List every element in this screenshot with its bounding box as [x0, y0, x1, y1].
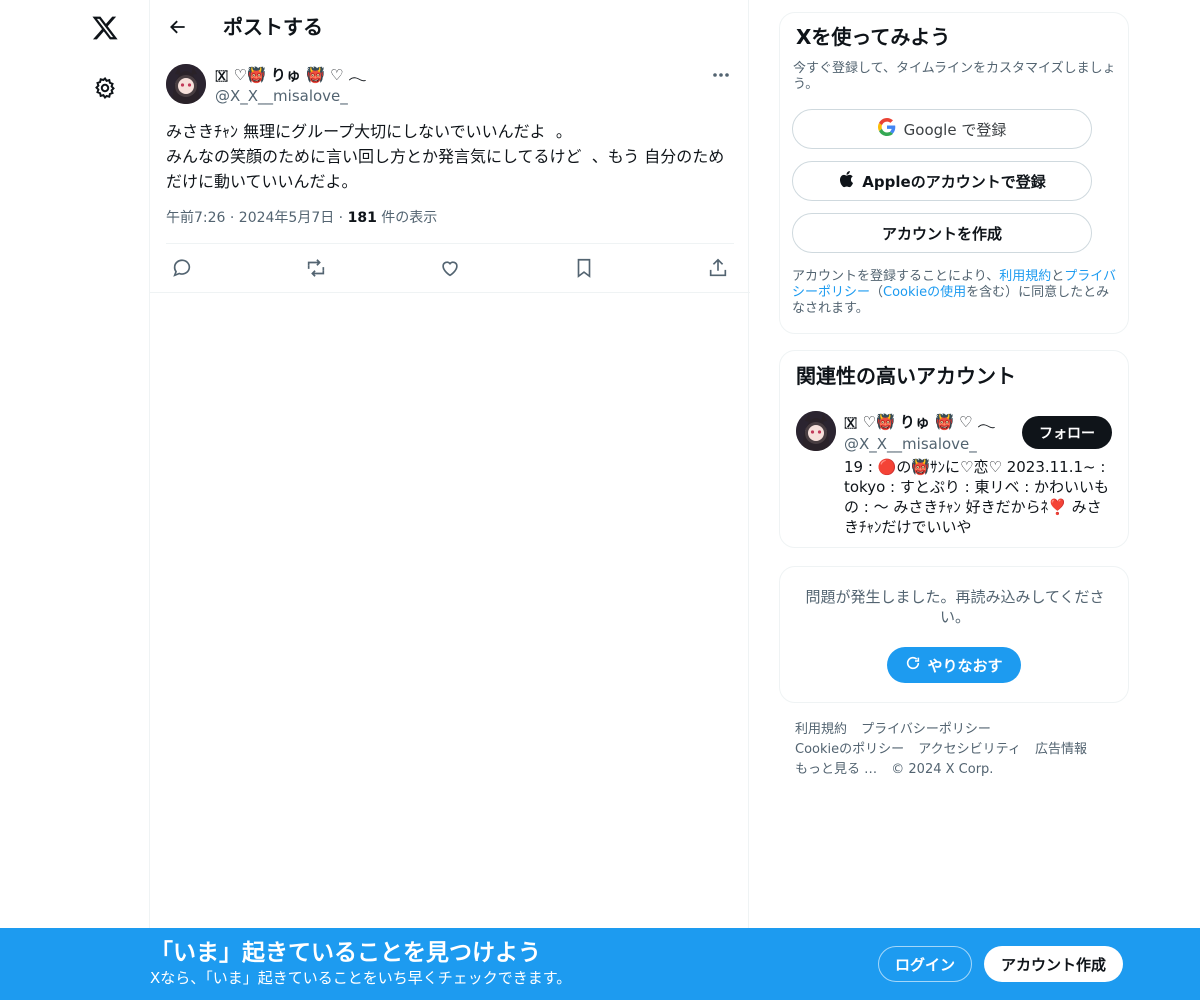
bottom-signup-bar: 「いま」起きていることを見つけよう Xなら、「いま」起きていることをいち早くチェ… — [0, 928, 1200, 1000]
repost-icon[interactable] — [304, 256, 328, 280]
footer-link-cookie[interactable]: Cookieのポリシー — [795, 742, 904, 757]
google-icon — [877, 118, 896, 140]
follow-button[interactable]: フォロー — [1022, 416, 1112, 449]
related-account-name[interactable]: 🇽 ♡👹 りゅ 👹 ♡ 𓂃 — [844, 411, 995, 433]
x-logo-icon[interactable] — [89, 12, 121, 44]
tweet-time[interactable]: 午前7:26 · 2024年5月7日 · — [166, 210, 348, 226]
login-button[interactable]: ログイン — [878, 946, 972, 982]
error-card: 問題が発生しました。再読み込みしてください。 やりなおす — [779, 566, 1129, 703]
terms-link[interactable]: 利用規約 — [999, 269, 1051, 284]
create-account-label: アカウントを作成 — [881, 224, 1002, 243]
bottom-bar-title: 「いま」起きていることを見つけよう — [150, 940, 541, 966]
top-bar: ポストする — [150, 0, 750, 53]
bookmark-icon[interactable] — [572, 256, 596, 280]
related-account-bio: 19 : 🔴の👹ｻﾝに♡恋♡ 2023.11.1~ : tokyo : すとぷり… — [844, 458, 1110, 536]
tweet-meta: 午前7:26 · 2024年5月7日 · 181 件の表示 — [166, 207, 437, 229]
related-accounts-card: 関連性の高いアカウント 🇽 ♡👹 りゅ 👹 ♡ 𓂃 @X_X__misalove… — [779, 350, 1129, 548]
signup-button[interactable]: アカウント作成 — [984, 946, 1123, 982]
retry-label: やりなおす — [927, 656, 1003, 675]
left-nav — [60, 0, 150, 1000]
signup-card: Xを使ってみよう 今すぐ登録して、タイムラインをカスタマイズしましょう。 Goo… — [779, 12, 1129, 334]
legal-prefix: アカウントを登録することにより、 — [792, 269, 1000, 284]
author-name[interactable]: 🇽 ♡👹 りゅ 👹 ♡ 𓂃 — [215, 64, 366, 86]
avatar[interactable] — [796, 411, 836, 451]
signup-title: Xを使ってみよう — [796, 25, 951, 49]
signup-subtitle: 今すぐ登録して、タイムラインをカスタマイズしましょう。 — [793, 61, 1116, 92]
apple-icon — [838, 170, 854, 192]
footer-copyright: © 2024 X Corp. — [891, 762, 994, 777]
legal-and: と — [1051, 269, 1065, 284]
more-options-icon[interactable] — [706, 64, 736, 86]
error-message: 問題が発生しました。再読み込みしてください。 — [805, 588, 1105, 626]
apple-signup-button[interactable]: Appleのアカウントで登録 — [792, 161, 1092, 201]
create-account-button[interactable]: アカウントを作成 — [792, 213, 1092, 253]
reply-icon[interactable] — [170, 256, 194, 280]
legal-paren: （ — [870, 285, 884, 300]
footer-link-ads[interactable]: 広告情報 — [1035, 742, 1087, 757]
bottom-bar-subtitle: Xなら、「いま」起きていることをいち早くチェックできます。 — [150, 969, 572, 987]
tweet-text: みさきﾁｬﾝ 無理にグループ大切にしないでいいんだよ 。 みんなの笑顔のために言… — [166, 122, 725, 191]
footer-link-more[interactable]: もっと見る … — [795, 762, 877, 777]
google-signup-label: Google で登録 — [903, 120, 1007, 139]
author-handle[interactable]: @X_X__misalove_ — [215, 85, 348, 107]
apple-signup-label: Appleのアカウントで登録 — [862, 172, 1046, 191]
gear-icon[interactable] — [91, 74, 119, 102]
divider — [150, 292, 750, 293]
view-count: 181 — [347, 210, 377, 226]
google-signup-button[interactable]: Google で登録 — [792, 109, 1092, 149]
footer-link-terms[interactable]: 利用規約 — [795, 722, 847, 737]
share-icon[interactable] — [706, 256, 730, 280]
retry-button[interactable]: やりなおす — [887, 647, 1021, 683]
footer-links: 利用規約 プライバシーポリシー Cookieのポリシー アクセシビリティ 広告情… — [795, 720, 1115, 780]
like-icon[interactable] — [438, 256, 462, 280]
divider — [166, 243, 734, 244]
legal-text: アカウントを登録することにより、利用規約とプライバシーポリシー（Cookieの使… — [792, 269, 1118, 317]
page-title: ポストする — [223, 15, 323, 39]
back-arrow-icon[interactable] — [164, 13, 192, 41]
main-column: ポストする 🇽 ♡👹 りゅ 👹 ♡ 𓂃 @X_X__misalove_ みさきﾁ… — [149, 0, 750, 1000]
related-account-handle[interactable]: @X_X__misalove_ — [844, 433, 977, 455]
cookie-link[interactable]: Cookieの使用 — [883, 285, 966, 300]
footer-link-privacy[interactable]: プライバシーポリシー — [861, 722, 991, 737]
tweet-actions — [166, 252, 734, 284]
related-title: 関連性の高いアカウント — [796, 364, 1016, 388]
footer-link-accessibility[interactable]: アクセシビリティ — [918, 742, 1021, 757]
tweet-author: 🇽 ♡👹 りゅ 👹 ♡ 𓂃 @X_X__misalove_ — [166, 64, 736, 108]
view-label: 件の表示 — [376, 210, 438, 226]
avatar[interactable] — [166, 64, 206, 104]
refresh-icon — [905, 655, 921, 675]
